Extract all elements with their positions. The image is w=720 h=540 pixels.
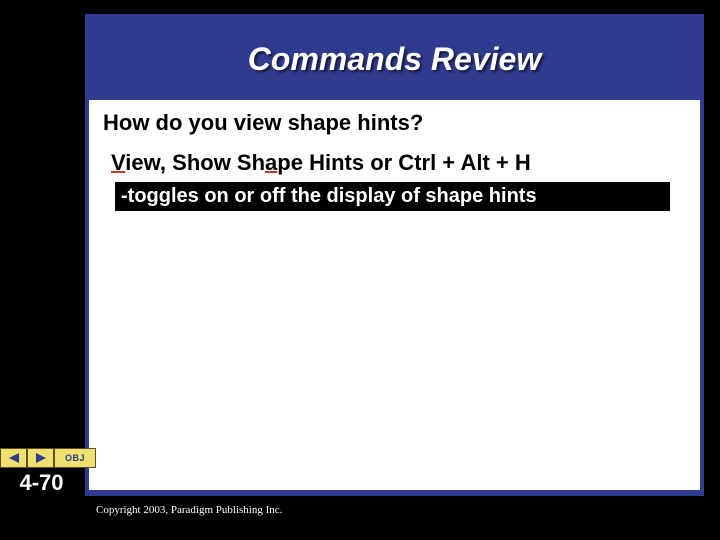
arrow-left-icon bbox=[7, 452, 21, 464]
answer-line: View, Show Shape Hints or Ctrl + Alt + H bbox=[89, 140, 700, 176]
question-text: How do you view shape hints? bbox=[89, 100, 700, 140]
slide-frame: Commands Review How do you view shape hi… bbox=[85, 14, 704, 494]
answer-seg3: a bbox=[265, 150, 277, 175]
answer-seg2: iew, Show Sh bbox=[125, 150, 265, 175]
answer-seg4: pe Hints or Ctrl + Alt + H bbox=[277, 150, 530, 175]
arrow-right-icon bbox=[34, 452, 48, 464]
obj-button[interactable]: OBJ bbox=[54, 448, 96, 468]
separator-line bbox=[85, 494, 704, 496]
slide-number: 4-70 bbox=[0, 470, 83, 496]
copyright-text: Copyright 2003, Paradigm Publishing Inc. bbox=[96, 504, 282, 516]
toggle-description: -toggles on or off the display of shape … bbox=[115, 182, 670, 211]
slide-title: Commands Review bbox=[89, 18, 700, 100]
answer-seg1: V bbox=[111, 150, 125, 175]
next-button[interactable] bbox=[27, 448, 54, 468]
prev-button[interactable] bbox=[0, 448, 27, 468]
nav-strip: OBJ bbox=[0, 448, 96, 468]
obj-label: OBJ bbox=[65, 453, 85, 463]
